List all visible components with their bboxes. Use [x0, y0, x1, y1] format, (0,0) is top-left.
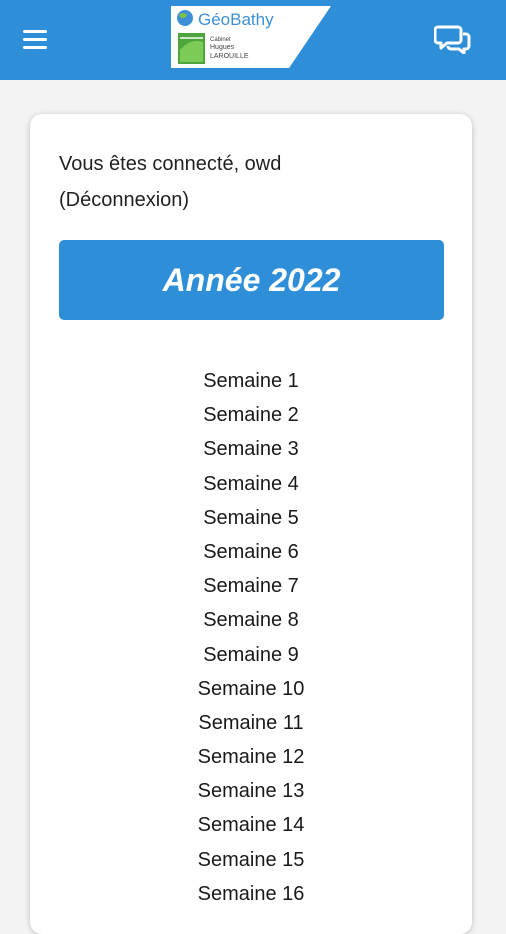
week-item[interactable]: Semaine 7: [30, 571, 472, 605]
logo-subtitle-3: LAROUILLE: [210, 53, 249, 60]
logo-title: GéoBathy: [198, 10, 274, 29]
top-app-bar: GéoBathy Cabinet Hugues LAROUILLE: [0, 0, 506, 80]
week-item[interactable]: Semaine 5: [30, 503, 472, 537]
weeks-list: Semaine 1 Semaine 2 Semaine 3 Semaine 4 …: [30, 366, 472, 913]
week-item[interactable]: Semaine 9: [30, 640, 472, 674]
week-item[interactable]: Semaine 14: [30, 810, 472, 844]
week-item[interactable]: Semaine 6: [30, 537, 472, 571]
logout-link[interactable]: (Déconnexion): [59, 182, 449, 218]
geobathy-logo[interactable]: GéoBathy Cabinet Hugues LAROUILLE: [171, 6, 331, 68]
session-info: Vous êtes connecté, owd (Déconnexion): [59, 146, 449, 218]
logo-subtitle-2: Hugues: [210, 44, 235, 51]
week-item[interactable]: Semaine 1: [30, 366, 472, 400]
week-item[interactable]: Semaine 8: [30, 605, 472, 639]
week-item[interactable]: Semaine 11: [30, 708, 472, 742]
week-item[interactable]: Semaine 13: [30, 776, 472, 810]
content-card: Vous êtes connecté, owd (Déconnexion) An…: [30, 114, 472, 934]
week-item[interactable]: Semaine 3: [30, 434, 472, 468]
chat-bubbles-icon[interactable]: [434, 22, 472, 54]
connected-user-text: Vous êtes connecté, owd: [59, 153, 282, 175]
year-banner[interactable]: Année 2022: [59, 240, 444, 320]
week-item[interactable]: Semaine 2: [30, 400, 472, 434]
logo-subtitle-1: Cabinet: [210, 37, 231, 43]
week-item[interactable]: Semaine 12: [30, 742, 472, 776]
week-item[interactable]: Semaine 4: [30, 469, 472, 503]
hamburger-menu-icon[interactable]: [20, 28, 50, 52]
week-item[interactable]: Semaine 15: [30, 845, 472, 879]
week-item[interactable]: Semaine 10: [30, 674, 472, 708]
week-item[interactable]: Semaine 16: [30, 879, 472, 913]
